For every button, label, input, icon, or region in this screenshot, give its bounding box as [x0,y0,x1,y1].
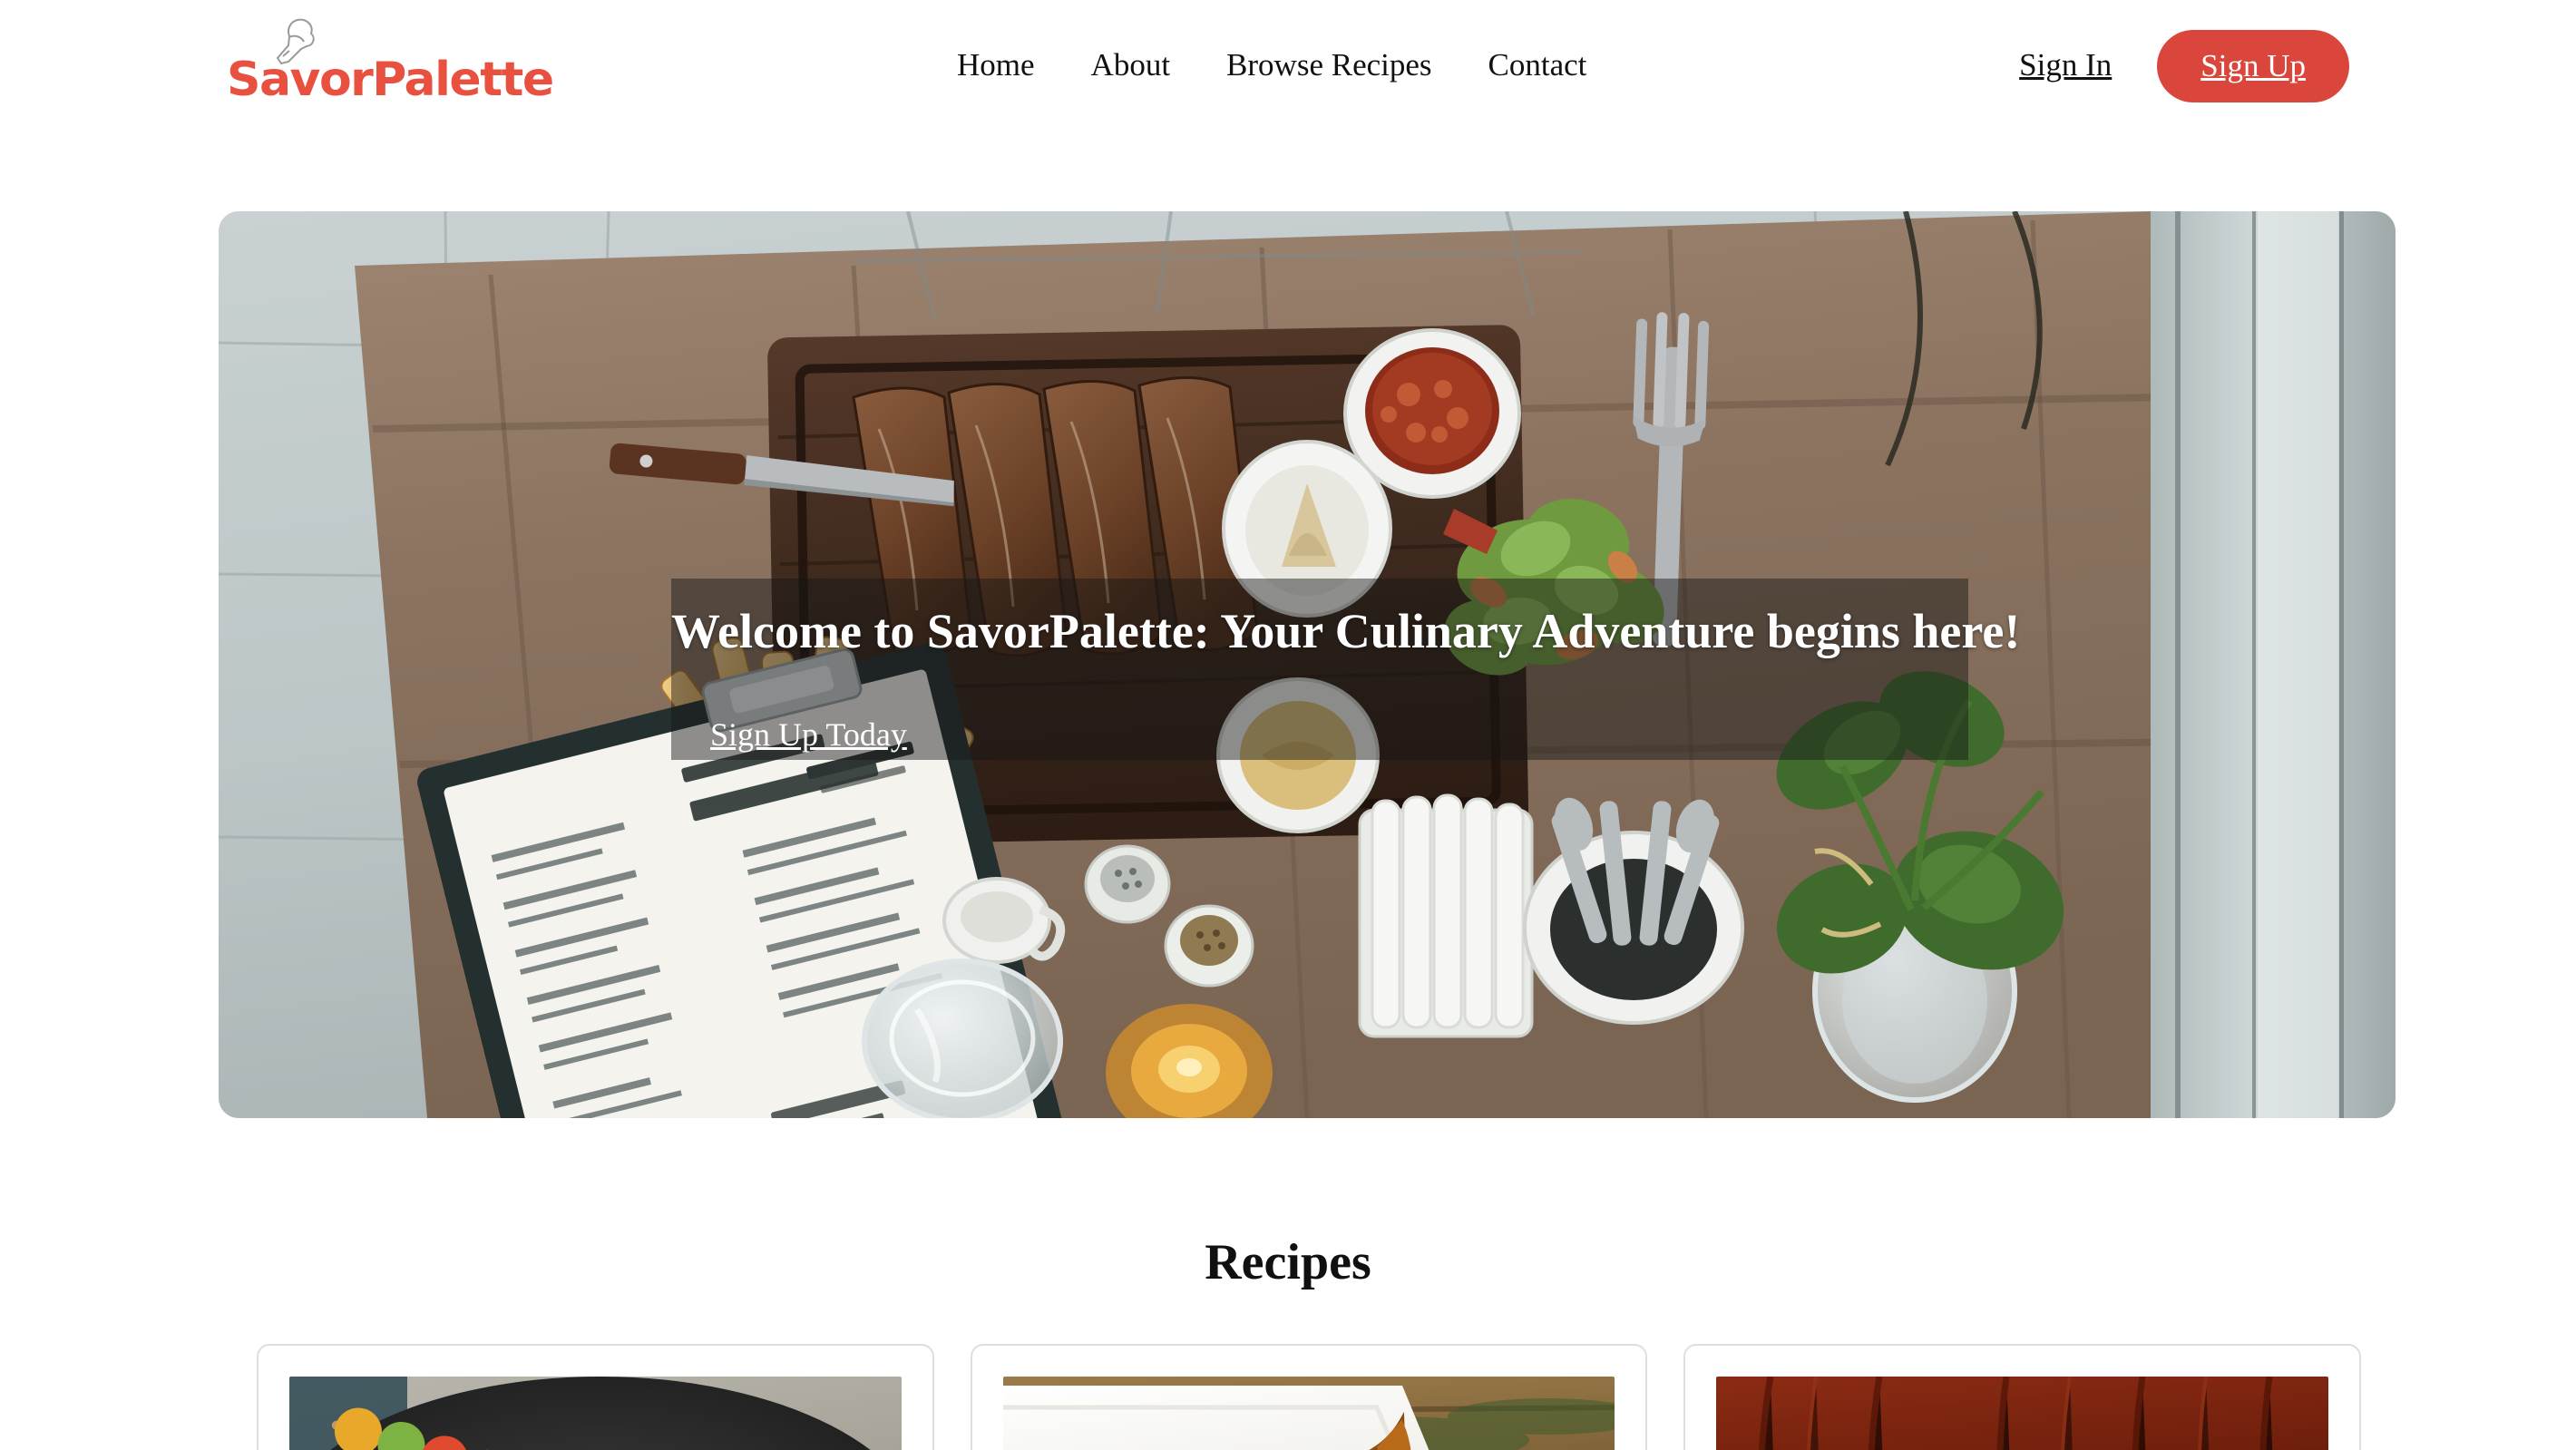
page-root: SavorPalette Home About Browse Recipes C… [0,0,2576,1450]
recipe-card[interactable] [970,1344,1648,1450]
nav-item-home[interactable]: Home [957,47,1035,83]
sign-up-button[interactable]: Sign Up [2157,30,2349,102]
recipe-card-image [1002,1377,1615,1450]
recipe-card-image [289,1377,902,1450]
recipe-card-image [1716,1377,2329,1450]
logo[interactable]: SavorPalette [227,16,554,116]
site-header: SavorPalette Home About Browse Recipes C… [0,0,2576,145]
hero-sign-up-today-link[interactable]: Sign Up Today [710,715,907,754]
main-nav: Home About Browse Recipes Contact [957,47,1586,83]
sign-up-button-label: Sign Up [2200,48,2306,83]
nav-item-contact[interactable]: Contact [1488,47,1587,83]
logo-text: SavorPalette [227,53,554,107]
sign-in-link[interactable]: Sign In [2019,47,2112,85]
nav-item-about[interactable]: About [1091,47,1171,83]
hero-title: Welcome to SavorPalette: Your Culinary A… [671,604,2021,658]
recipes-heading: Recipes [1205,1234,1371,1290]
recipes-card-grid [257,1344,2362,1450]
auth-actions: Sign In Sign Up [2019,30,2349,102]
nav-item-browse-recipes[interactable]: Browse Recipes [1226,47,1431,83]
recipe-card[interactable] [257,1344,934,1450]
recipe-card[interactable] [1683,1344,2362,1450]
hero-banner: Welcome to SavorPalette: Your Culinary A… [219,211,2395,1118]
